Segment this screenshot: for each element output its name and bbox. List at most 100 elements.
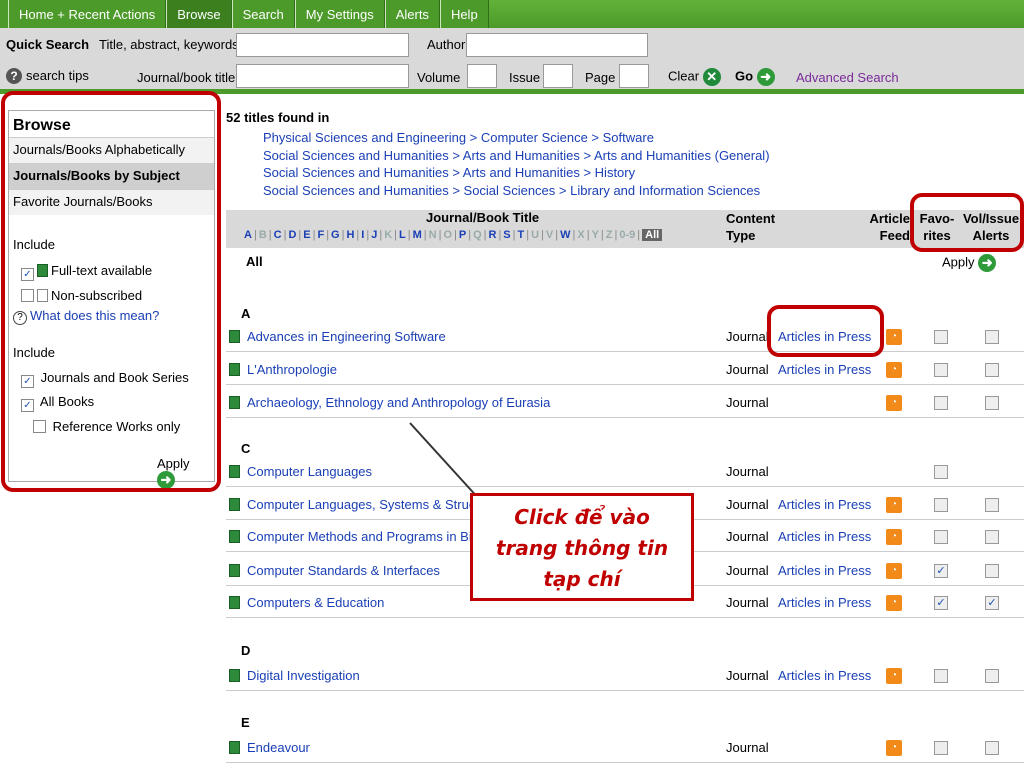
volume-input[interactable] bbox=[467, 64, 497, 88]
rss-icon[interactable]: ◔ bbox=[886, 529, 902, 545]
alpha-letter[interactable]: M bbox=[413, 229, 422, 241]
favorite-checkbox[interactable] bbox=[934, 330, 948, 344]
favorite-checkbox[interactable]: ✓ bbox=[934, 564, 948, 578]
alpha-letter[interactable]: T bbox=[518, 229, 525, 241]
alpha-letter[interactable]: E bbox=[303, 229, 310, 241]
articles-in-press-link[interactable]: Articles in Press bbox=[778, 497, 871, 512]
alpha-letter[interactable]: F bbox=[317, 229, 324, 241]
rss-icon[interactable]: ◔ bbox=[886, 595, 902, 611]
nonsub-option[interactable]: Non-subscribed bbox=[17, 288, 146, 303]
journal-title-link[interactable]: Computer Methods and Programs in Bio bbox=[247, 529, 479, 544]
all-books-option[interactable]: ✓ All Books bbox=[17, 394, 98, 412]
rss-icon[interactable]: ◔ bbox=[886, 740, 902, 756]
rss-icon[interactable]: ◔ bbox=[886, 497, 902, 513]
issue-input[interactable] bbox=[543, 64, 573, 88]
articles-in-press-link[interactable]: Articles in Press bbox=[778, 668, 871, 683]
nonsub-checkbox[interactable] bbox=[21, 289, 34, 302]
title-abstract-input[interactable] bbox=[236, 33, 409, 57]
sidebar-item-alphabetical[interactable]: Journals/Books Alphabetically bbox=[9, 137, 214, 163]
reference-checkbox[interactable] bbox=[33, 420, 46, 433]
journal-title-link[interactable]: L'Anthropologie bbox=[247, 362, 337, 377]
tab-alerts[interactable]: Alerts bbox=[384, 0, 440, 28]
articles-in-press-link[interactable]: Articles in Press bbox=[778, 595, 871, 610]
favorite-checkbox[interactable] bbox=[934, 669, 948, 683]
tab-search[interactable]: Search bbox=[231, 0, 295, 28]
journal-title-input[interactable] bbox=[236, 64, 409, 88]
rss-icon[interactable]: ◔ bbox=[886, 563, 902, 579]
alpha-letter[interactable]: A bbox=[244, 229, 252, 241]
journal-title-link[interactable]: Advances in Engineering Software bbox=[247, 329, 446, 344]
alpha-letter[interactable]: H bbox=[346, 229, 354, 241]
fulltext-doc-icon bbox=[229, 396, 240, 409]
journals-series-checkbox[interactable]: ✓ bbox=[21, 375, 34, 388]
alpha-letter[interactable]: G bbox=[331, 229, 340, 241]
sidebar-item-by-subject[interactable]: Journals/Books by Subject bbox=[9, 163, 214, 189]
breadcrumb[interactable]: Social Sciences and Humanities > Arts an… bbox=[263, 164, 770, 182]
fulltext-option[interactable]: ✓ Full-text available bbox=[17, 263, 156, 281]
alert-checkbox[interactable] bbox=[985, 530, 999, 544]
articles-in-press-link[interactable]: Articles in Press bbox=[778, 563, 871, 578]
alert-checkbox[interactable] bbox=[985, 741, 999, 755]
favorite-checkbox[interactable] bbox=[934, 465, 948, 479]
articles-in-press-link[interactable]: Articles in Press bbox=[778, 329, 871, 344]
alpha-letter[interactable]: S bbox=[503, 229, 510, 241]
breadcrumb[interactable]: Physical Sciences and Engineering > Comp… bbox=[263, 129, 770, 147]
favorite-checkbox[interactable] bbox=[934, 498, 948, 512]
alpha-letter: Q bbox=[473, 229, 482, 241]
what-means-link[interactable]: ? What does this mean? bbox=[9, 308, 163, 325]
author-input[interactable] bbox=[466, 33, 648, 57]
tab-home-recent[interactable]: Home + Recent Actions bbox=[8, 0, 167, 28]
tab-my-settings[interactable]: My Settings bbox=[294, 0, 385, 28]
journal-title-link[interactable]: Archaeology, Ethnology and Anthropology … bbox=[247, 395, 550, 410]
reference-option[interactable]: Reference Works only bbox=[29, 419, 184, 434]
alpha-letter[interactable]: W bbox=[560, 229, 570, 241]
sidebar-apply-button[interactable]: Apply ➜ bbox=[153, 456, 214, 489]
journal-title-link[interactable]: Endeavour bbox=[247, 740, 310, 755]
alert-checkbox[interactable] bbox=[985, 564, 999, 578]
alpha-letter[interactable]: D bbox=[288, 229, 296, 241]
sidebar-item-favorites[interactable]: Favorite Journals/Books bbox=[9, 189, 214, 215]
journals-series-option[interactable]: ✓ Journals and Book Series bbox=[17, 370, 193, 388]
articles-in-press-link[interactable]: Articles in Press bbox=[778, 529, 871, 544]
alert-checkbox[interactable] bbox=[985, 363, 999, 377]
rss-icon[interactable]: ◔ bbox=[886, 668, 902, 684]
journal-title-link[interactable]: Computer Standards & Interfaces bbox=[247, 563, 440, 578]
alert-checkbox[interactable] bbox=[985, 669, 999, 683]
tab-browse[interactable]: Browse bbox=[166, 0, 232, 28]
alert-checkbox[interactable] bbox=[985, 498, 999, 512]
alpha-letter[interactable]: J bbox=[371, 229, 377, 241]
all-books-checkbox[interactable]: ✓ bbox=[21, 399, 34, 412]
alert-checkbox[interactable]: ✓ bbox=[985, 596, 999, 610]
tab-help[interactable]: Help bbox=[439, 0, 489, 28]
rss-icon[interactable]: ◔ bbox=[886, 395, 902, 411]
go-button[interactable]: Go ➜ bbox=[735, 68, 775, 86]
alpha-letter[interactable]: L bbox=[399, 229, 406, 241]
rss-icon[interactable]: ◔ bbox=[886, 329, 902, 345]
apply-button[interactable]: Apply ➜ bbox=[942, 254, 997, 272]
favorite-checkbox[interactable] bbox=[934, 530, 948, 544]
favorite-checkbox[interactable] bbox=[934, 741, 948, 755]
alpha-letter[interactable]: R bbox=[488, 229, 496, 241]
articles-in-press-link[interactable]: Articles in Press bbox=[778, 362, 871, 377]
journal-title-link[interactable]: Computers & Education bbox=[247, 595, 384, 610]
favorite-checkbox[interactable] bbox=[934, 363, 948, 377]
breadcrumb[interactable]: Social Sciences and Humanities > Social … bbox=[263, 182, 770, 200]
journal-title-link[interactable]: Computer Languages bbox=[247, 464, 372, 479]
rss-icon[interactable]: ◔ bbox=[886, 362, 902, 378]
favorite-checkbox[interactable] bbox=[934, 396, 948, 410]
page-input[interactable] bbox=[619, 64, 649, 88]
fulltext-checkbox[interactable]: ✓ bbox=[21, 268, 34, 281]
alert-checkbox[interactable] bbox=[985, 396, 999, 410]
alpha-letter[interactable]: C bbox=[274, 229, 282, 241]
journal-title-link[interactable]: Digital Investigation bbox=[247, 668, 360, 683]
breadcrumb[interactable]: Social Sciences and Humanities > Arts an… bbox=[263, 147, 770, 165]
alpha-letter[interactable]: I bbox=[361, 229, 364, 241]
advanced-search-link[interactable]: Advanced Search bbox=[796, 70, 899, 85]
alpha-all[interactable]: All bbox=[642, 229, 663, 241]
journal-title-link[interactable]: Computer Languages, Systems & Struc bbox=[247, 497, 475, 512]
alpha-letter[interactable]: P bbox=[459, 229, 466, 241]
favorite-checkbox[interactable]: ✓ bbox=[934, 596, 948, 610]
alert-checkbox[interactable] bbox=[985, 330, 999, 344]
search-tips-link[interactable]: ? search tips bbox=[6, 68, 89, 84]
clear-button[interactable]: Clear ✕ bbox=[668, 68, 721, 86]
